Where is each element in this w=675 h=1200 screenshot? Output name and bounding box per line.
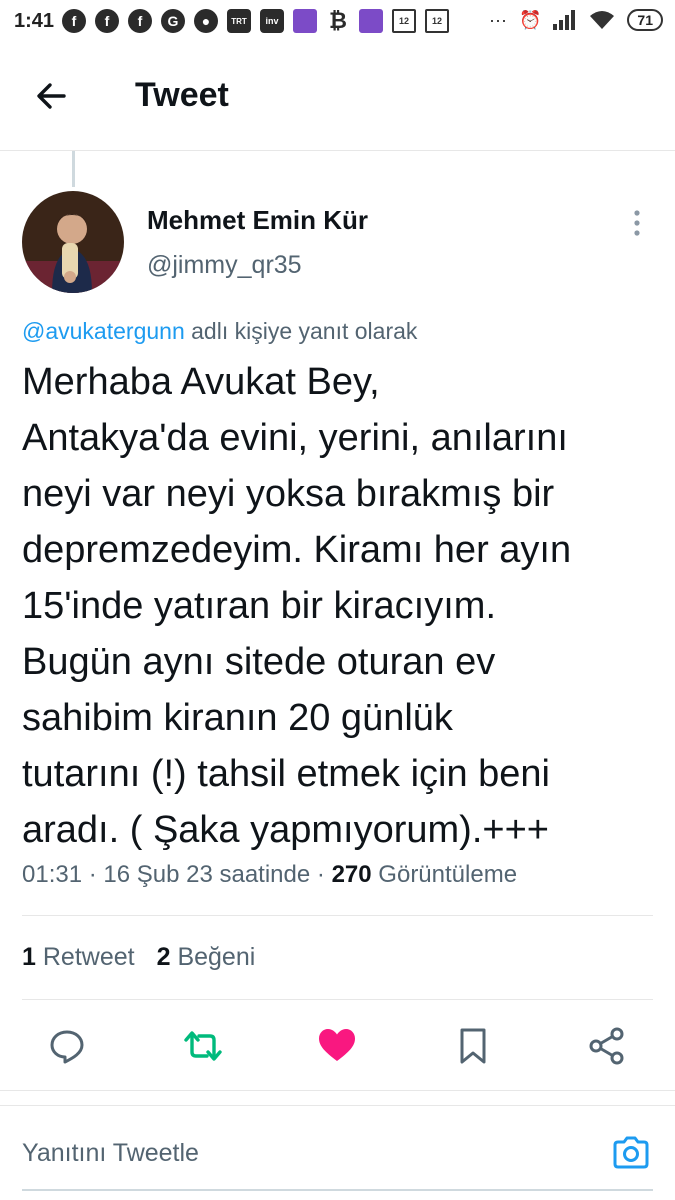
alarm-icon: ⏰ [519, 9, 542, 30]
more-vertical-icon [634, 210, 640, 236]
action-bar [0, 1010, 675, 1088]
like-button[interactable] [317, 1026, 357, 1066]
likes-count: 2 [156, 943, 171, 971]
tweet-timestamp[interactable]: 01:31 · 16 Şub 23 saatinde [22, 861, 310, 888]
top-bar: Tweet [0, 46, 675, 151]
investing-icon: inv [260, 9, 284, 33]
bookmark-button[interactable] [453, 1026, 493, 1066]
page-title: Tweet [135, 76, 229, 114]
tweet-meta: 01:31 · 16 Şub 23 saatinde · 270 Görüntü… [22, 861, 517, 889]
camera-icon [613, 1136, 649, 1169]
comment-icon [50, 1030, 84, 1064]
puzzle-icon: 12 [392, 9, 416, 33]
reply-mention-link[interactable]: @avukatergunn [22, 318, 185, 344]
reply-context-label: adlı kişiye yanıt olarak [191, 318, 418, 344]
arrow-left-icon [37, 83, 66, 109]
facebook-icon: f [128, 9, 152, 33]
views-count: 270 [331, 861, 372, 888]
battery-indicator: 71 [627, 9, 663, 31]
reply-button[interactable] [47, 1026, 87, 1066]
tweet-text: Merhaba Avukat Bey, Antakya'da evini, ye… [22, 361, 572, 851]
wifi-icon [590, 11, 615, 29]
trt-spor-icon: TRT [227, 9, 251, 33]
retweet-button[interactable] [183, 1026, 223, 1066]
back-button[interactable] [30, 74, 74, 118]
camera-button[interactable] [611, 1133, 651, 1173]
google-icon: G [161, 9, 185, 33]
puzzle-icon: 12 [425, 9, 449, 33]
views-label: Görüntüleme [378, 861, 518, 888]
bitcoin-icon: ₿ [329, 8, 347, 33]
retweets-stat[interactable]: 1 Retweet [22, 943, 135, 971]
system-icons: ··· ⏰ 71 [489, 9, 663, 31]
app-purple-icon [359, 9, 383, 33]
status-time: 1:41 [14, 10, 55, 32]
divider [0, 1105, 675, 1106]
retweets-count: 1 [22, 943, 36, 971]
app-purple-icon [293, 9, 317, 33]
notification-icons: f f f G ● TRT inv ₿ 12 12 [62, 8, 449, 33]
composer-underline [22, 1189, 653, 1191]
author-handle[interactable]: @jimmy_qr35 [147, 251, 302, 280]
signal-icon [553, 10, 576, 30]
engagement-stats: 1 Retweet 2 Beğeni [22, 943, 255, 972]
retweets-label: Retweet [42, 943, 135, 971]
thread-connector [72, 151, 75, 187]
facebook-icon: f [62, 9, 86, 33]
reply-context: @avukatergunn adlı kişiye yanıt olarak [22, 318, 417, 345]
likes-stat[interactable]: 2 Beğeni [157, 943, 256, 971]
facebook-icon: f [95, 9, 119, 33]
bookmark-icon [460, 1028, 486, 1064]
chat-bubble-icon: ● [194, 9, 218, 33]
likes-label: Beğeni [177, 943, 256, 971]
reply-composer: Yanıtını Tweetle [0, 1107, 675, 1200]
more-options-button[interactable] [626, 208, 648, 238]
heart-icon [319, 1029, 355, 1061]
status-bar: 1:41 f f f G ● TRT inv ₿ 12 12 ··· ⏰ 71 [0, 0, 675, 46]
avatar[interactable] [22, 191, 124, 293]
retweet-icon [184, 1031, 222, 1061]
divider [0, 1090, 675, 1091]
share-icon [589, 1027, 624, 1065]
author-name[interactable]: Mehmet Emin Kür [147, 205, 368, 236]
divider [22, 999, 653, 1000]
meta-separator: · [316, 861, 325, 888]
share-button[interactable] [587, 1026, 627, 1066]
reply-input[interactable]: Yanıtını Tweetle [22, 1139, 199, 1168]
more-notifications-icon: ··· [489, 9, 507, 30]
divider [22, 915, 653, 916]
